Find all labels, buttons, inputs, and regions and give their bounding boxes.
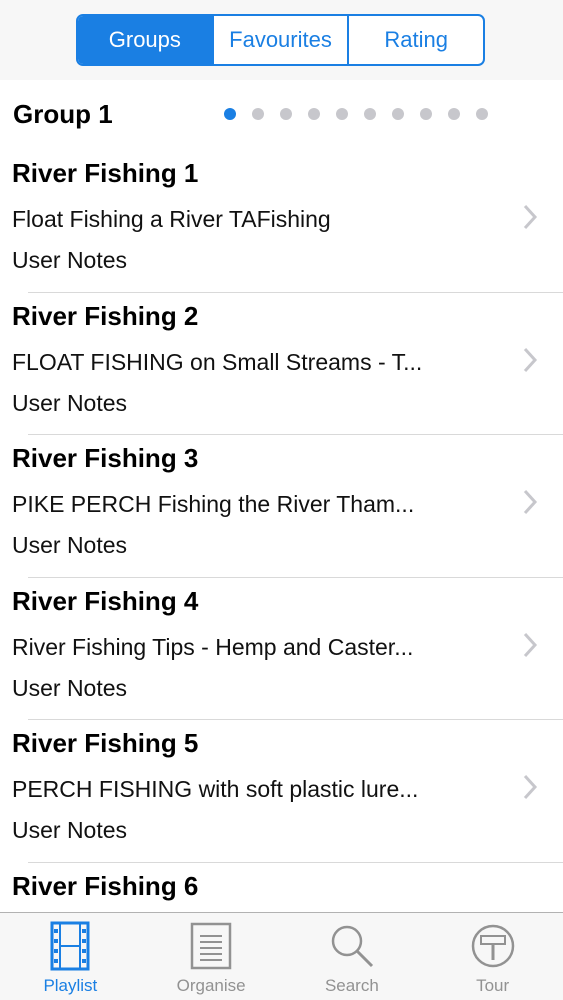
cabinet-icon: [187, 921, 235, 971]
item-title: River Fishing 4: [12, 585, 199, 616]
segmented-control: Groups Favourites Rating: [76, 14, 485, 66]
page-dot[interactable]: [364, 108, 376, 120]
page-dot[interactable]: [224, 108, 236, 120]
group-title: Group 1: [13, 99, 113, 129]
page-dot[interactable]: [476, 108, 488, 120]
segment-favourites[interactable]: Favourites: [214, 16, 350, 64]
item-notes: User Notes: [12, 389, 128, 416]
list-item[interactable]: River Fishing 4 River Fishing Tips - Hem…: [0, 578, 563, 720]
tab-organise[interactable]: Organise: [141, 913, 282, 1000]
signpost-icon: [469, 921, 517, 971]
segment-rating[interactable]: Rating: [349, 16, 483, 64]
film-strip-icon: [46, 921, 94, 971]
list-item[interactable]: River Fishing 1 Float Fishing a River TA…: [0, 150, 563, 293]
item-notes: User Notes: [12, 674, 128, 701]
search-icon: [328, 921, 376, 971]
segment-groups[interactable]: Groups: [78, 16, 214, 64]
page-dot[interactable]: [280, 108, 292, 120]
tab-label: Tour: [476, 976, 510, 995]
item-title: River Fishing 2: [12, 300, 199, 331]
page-dot[interactable]: [448, 108, 460, 120]
top-bar: Groups Favourites Rating: [0, 0, 563, 80]
item-title: River Fishing 6: [12, 870, 199, 901]
chevron-right-icon: [523, 489, 538, 515]
tab-label: Playlist: [43, 976, 98, 995]
item-title: River Fishing 5: [12, 728, 199, 758]
item-notes: User Notes: [12, 817, 128, 843]
page-dot[interactable]: [392, 108, 404, 120]
tab-bar: Playlist Organise Search Tour: [0, 912, 563, 1000]
chevron-right-icon: [523, 774, 538, 800]
playlist-list: River Fishing 1 Float Fishing a River TA…: [0, 150, 563, 1000]
page-indicator[interactable]: [224, 108, 488, 120]
item-subtitle: FLOAT FISHING on Small Streams - T...: [12, 348, 423, 375]
item-title: River Fishing 3: [12, 443, 199, 473]
chevron-right-icon: [523, 347, 538, 372]
page-dot[interactable]: [336, 108, 348, 120]
tab-playlist[interactable]: Playlist: [0, 913, 141, 1000]
tab-tour[interactable]: Tour: [422, 913, 563, 1000]
item-notes: User Notes: [12, 532, 128, 558]
page-dot[interactable]: [308, 108, 320, 120]
item-title: River Fishing 1: [12, 158, 199, 188]
page-dot[interactable]: [252, 108, 264, 120]
item-subtitle: River Fishing Tips - Hemp and Caster...: [12, 633, 414, 660]
tab-label: Search: [324, 976, 379, 995]
list-item[interactable]: River Fishing 5 PERCH FISHING with soft …: [0, 720, 563, 863]
list-item[interactable]: River Fishing 3 PIKE PERCH Fishing the R…: [0, 435, 563, 578]
item-subtitle: PERCH FISHING with soft plastic lure...: [12, 776, 419, 802]
tab-search[interactable]: Search: [282, 913, 423, 1000]
chevron-right-icon: [523, 204, 538, 230]
tab-label: Organise: [176, 976, 246, 995]
page-dot[interactable]: [420, 108, 432, 120]
chevron-right-icon: [523, 632, 538, 657]
item-subtitle: Float Fishing a River TAFishing: [12, 206, 331, 232]
list-item[interactable]: River Fishing 2 FLOAT FISHING on Small S…: [0, 293, 563, 435]
item-subtitle: PIKE PERCH Fishing the River Tham...: [12, 491, 415, 517]
item-notes: User Notes: [12, 247, 128, 273]
